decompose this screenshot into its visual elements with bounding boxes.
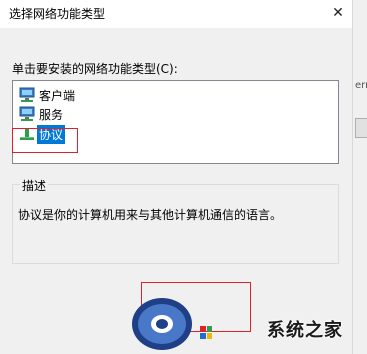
background-window-button[interactable] xyxy=(355,118,367,138)
background-window-text: erne xyxy=(355,80,367,91)
close-button[interactable]: ✕ xyxy=(324,0,352,28)
feature-type-prompt: 单击要安装的网络功能类型(C): xyxy=(12,62,178,76)
list-item-service[interactable]: 服务 xyxy=(19,105,65,123)
dialog-title: 选择网络功能类型 xyxy=(9,7,106,21)
description-group xyxy=(12,184,339,264)
list-item-label: 客户端 xyxy=(39,88,76,103)
screen: erne 选择网络功能类型 ✕ 单击要安装的网络功能类型(C): 客户端 xyxy=(0,0,367,354)
description-text: 协议是你的计算机用来与其他计算机通信的语言。 xyxy=(18,208,283,222)
network-service-icon xyxy=(19,106,35,122)
description-caption: 描述 xyxy=(20,177,49,194)
watermark-text: 系统之家 xyxy=(267,320,343,341)
watermark-logo-icon xyxy=(132,298,212,350)
title-bar: 选择网络功能类型 ✕ xyxy=(0,0,352,28)
watermark: 系统之家 xyxy=(132,288,367,354)
close-icon: ✕ xyxy=(332,5,344,21)
annotation-highlight-protocol xyxy=(12,128,78,153)
list-item-label: 服务 xyxy=(39,107,64,122)
network-client-icon xyxy=(19,87,35,103)
list-item-client[interactable]: 客户端 xyxy=(19,86,77,104)
